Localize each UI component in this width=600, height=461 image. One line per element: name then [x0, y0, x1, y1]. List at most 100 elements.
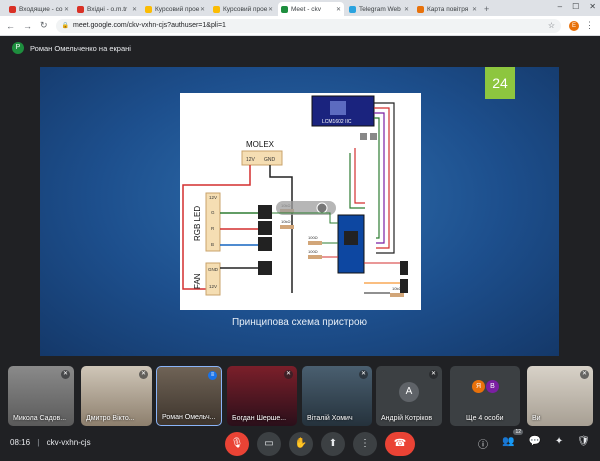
participant-avatar: А — [399, 382, 419, 402]
more-participants-tile[interactable]: Я В Ще 4 особи — [450, 366, 520, 426]
tab-favicon-icon — [9, 5, 16, 13]
svg-text:B: B — [211, 242, 214, 247]
present-button[interactable]: ⬆ — [321, 432, 345, 456]
profile-avatar[interactable]: E — [569, 20, 579, 31]
participant-tile[interactable]: ✕ Дмитро Вікто... — [81, 366, 152, 426]
svg-text:100Ω: 100Ω — [308, 249, 318, 254]
participant-name: Ви — [532, 415, 541, 422]
tab-title: Вхідні - o.m.tr — [87, 5, 128, 13]
tab-close-icon[interactable]: ✕ — [64, 6, 69, 13]
more-options-button[interactable]: ⋮ — [353, 432, 377, 456]
presenter-avatar: Р — [12, 42, 24, 54]
browser-tab[interactable]: Курсовий прое ✕ — [210, 2, 276, 16]
mic-off-icon: ✕ — [359, 370, 368, 379]
chat-icon[interactable]: 💬 — [528, 436, 540, 451]
tab-title: Карта повітря — [427, 5, 469, 13]
participants-strip: ✕ Микола Садов... ✕ Дмитро Вікто... ≡ Ро… — [0, 366, 600, 426]
people-count-badge: 12 — [513, 429, 523, 435]
tab-title: Meet - ckv — [291, 5, 321, 13]
people-icon[interactable]: 👥 — [502, 436, 514, 451]
participant-tile-speaking[interactable]: ≡ Роман Омельч... — [156, 366, 222, 426]
host-controls-icon[interactable]: 🛡 — [577, 436, 590, 451]
browser-tab[interactable]: Курсовий прое ✕ — [142, 2, 208, 16]
minimize-icon[interactable]: – — [558, 2, 562, 11]
url-text: meet.google.com/ckv-vxhn-cjs?authuser=1&… — [73, 22, 226, 29]
browser-tab[interactable]: Вхідні - o.m.tr ✕ — [74, 2, 140, 16]
tab-title: Telegram Web — [359, 5, 401, 13]
participant-tile[interactable]: ✕ А Андрій Котріков — [376, 366, 442, 426]
self-view-tile[interactable]: ✕ Ви — [527, 366, 593, 426]
window-controls: – ☐ ✕ — [558, 2, 596, 11]
circuit-schematic: LCM1602 IIC MOLEX 12V GND RGB LED 12V G … — [180, 93, 421, 310]
svg-text:GND: GND — [264, 157, 276, 163]
hand-icon: ✋ — [294, 438, 308, 449]
mic-off-icon: ✕ — [429, 370, 438, 379]
reload-icon[interactable]: ↻ — [40, 20, 48, 31]
separator: | — [37, 438, 40, 447]
tab-close-icon[interactable]: ✕ — [404, 6, 409, 13]
browser-tab[interactable]: Meet - ckv ✕ — [278, 2, 344, 16]
participant-name: Роман Омельч... — [162, 414, 216, 421]
mic-off-icon: ✕ — [61, 370, 70, 379]
meet-control-bar: 08:16 | ckv-vxhn-cjs 🎙 ▭ ✋ ⬆ ⋮ ☎ 12 ⓘ 👥 … — [0, 428, 600, 461]
tab-favicon-icon — [417, 5, 424, 13]
participant-tile[interactable]: ✕ Богдан Шерше... — [227, 366, 297, 426]
close-window-icon[interactable]: ✕ — [589, 2, 596, 11]
tab-close-icon[interactable]: ✕ — [472, 6, 477, 13]
tab-favicon-icon — [213, 5, 220, 13]
svg-text:12V: 12V — [209, 195, 217, 200]
mic-off-icon: ✕ — [139, 370, 148, 379]
meeting-info: 08:16 | ckv-vxhn-cjs — [10, 438, 91, 447]
side-panel-controls: ⓘ 👥 💬 ✦ 🛡 — [478, 436, 590, 451]
mic-off-icon: ✕ — [284, 370, 293, 379]
fan-label: FAN — [193, 273, 202, 289]
call-controls: 🎙 ▭ ✋ ⬆ ⋮ ☎ — [225, 432, 415, 456]
presenter-label: Роман Омельченко на екрані — [30, 43, 131, 53]
tab-close-icon[interactable]: ✕ — [336, 6, 341, 13]
browser-tab-strip: Входящие - co ✕ Вхідні - o.m.tr ✕ Курсовий п… — [0, 0, 600, 16]
tab-title: Входящие - co — [19, 5, 63, 13]
browser-tab[interactable]: Telegram Web ✕ — [346, 2, 412, 16]
url-field[interactable]: 🔒 meet.google.com/ckv-vxhn-cjs?authuser=… — [55, 18, 561, 33]
tab-favicon-icon — [349, 5, 356, 13]
mic-off-icon: 🎙 — [230, 438, 244, 449]
mic-off-icon: ✕ — [580, 370, 589, 379]
more-participants-label: Ще 4 особи — [466, 415, 504, 422]
browser-menu-icon[interactable]: ⋮ — [585, 20, 594, 31]
maximize-icon[interactable]: ☐ — [572, 2, 579, 11]
bookmark-star-icon[interactable]: ☆ — [548, 21, 555, 30]
camera-icon: ▭ — [264, 438, 274, 449]
tab-close-icon[interactable]: ✕ — [200, 6, 205, 13]
activities-icon[interactable]: ✦ — [555, 436, 563, 451]
raise-hand-button[interactable]: ✋ — [289, 432, 313, 456]
leave-call-button[interactable]: ☎ — [385, 432, 415, 456]
browser-tab[interactable]: Карта повітря ✕ — [414, 2, 480, 16]
tab-close-icon[interactable]: ✕ — [132, 6, 137, 13]
present-screen-icon: ⬆ — [328, 438, 338, 449]
tab-title: Курсовий прое — [223, 5, 268, 13]
clock: 08:16 — [10, 438, 31, 447]
info-icon[interactable]: ⓘ — [478, 436, 488, 451]
svg-text:12V: 12V — [246, 157, 256, 163]
tab-title: Курсовий прое — [155, 5, 200, 13]
participant-tile[interactable]: ✕ Микола Садов... — [8, 366, 74, 426]
hangup-icon: ☎ — [393, 438, 407, 449]
participant-name: Микола Садов... — [13, 415, 67, 422]
forward-icon[interactable]: → — [23, 21, 32, 31]
new-tab-button[interactable]: + — [484, 2, 489, 16]
tab-favicon-icon — [145, 5, 152, 13]
tab-close-icon[interactable]: ✕ — [268, 6, 273, 13]
lock-icon[interactable]: 🔒 — [62, 22, 69, 29]
rgb-led-label: RGB LED — [193, 206, 202, 241]
camera-toggle-button[interactable]: ▭ — [257, 432, 281, 456]
slide-number: 24 — [485, 67, 515, 99]
address-bar: ← → ↻ 🔒 meet.google.com/ckv-vxhn-cjs?aut… — [0, 16, 600, 36]
participant-tile[interactable]: ✕ Віталій Хомич — [302, 366, 372, 426]
participant-avatar: В — [486, 380, 499, 393]
mic-toggle-button[interactable]: 🎙 — [225, 432, 249, 456]
back-icon[interactable]: ← — [6, 21, 15, 31]
browser-tab[interactable]: Входящие - co ✕ — [6, 2, 72, 16]
molex-label: MOLEX — [246, 140, 275, 149]
participant-avatar: Я — [472, 380, 485, 393]
lcd-label: LCM1602 IIC — [322, 119, 352, 125]
